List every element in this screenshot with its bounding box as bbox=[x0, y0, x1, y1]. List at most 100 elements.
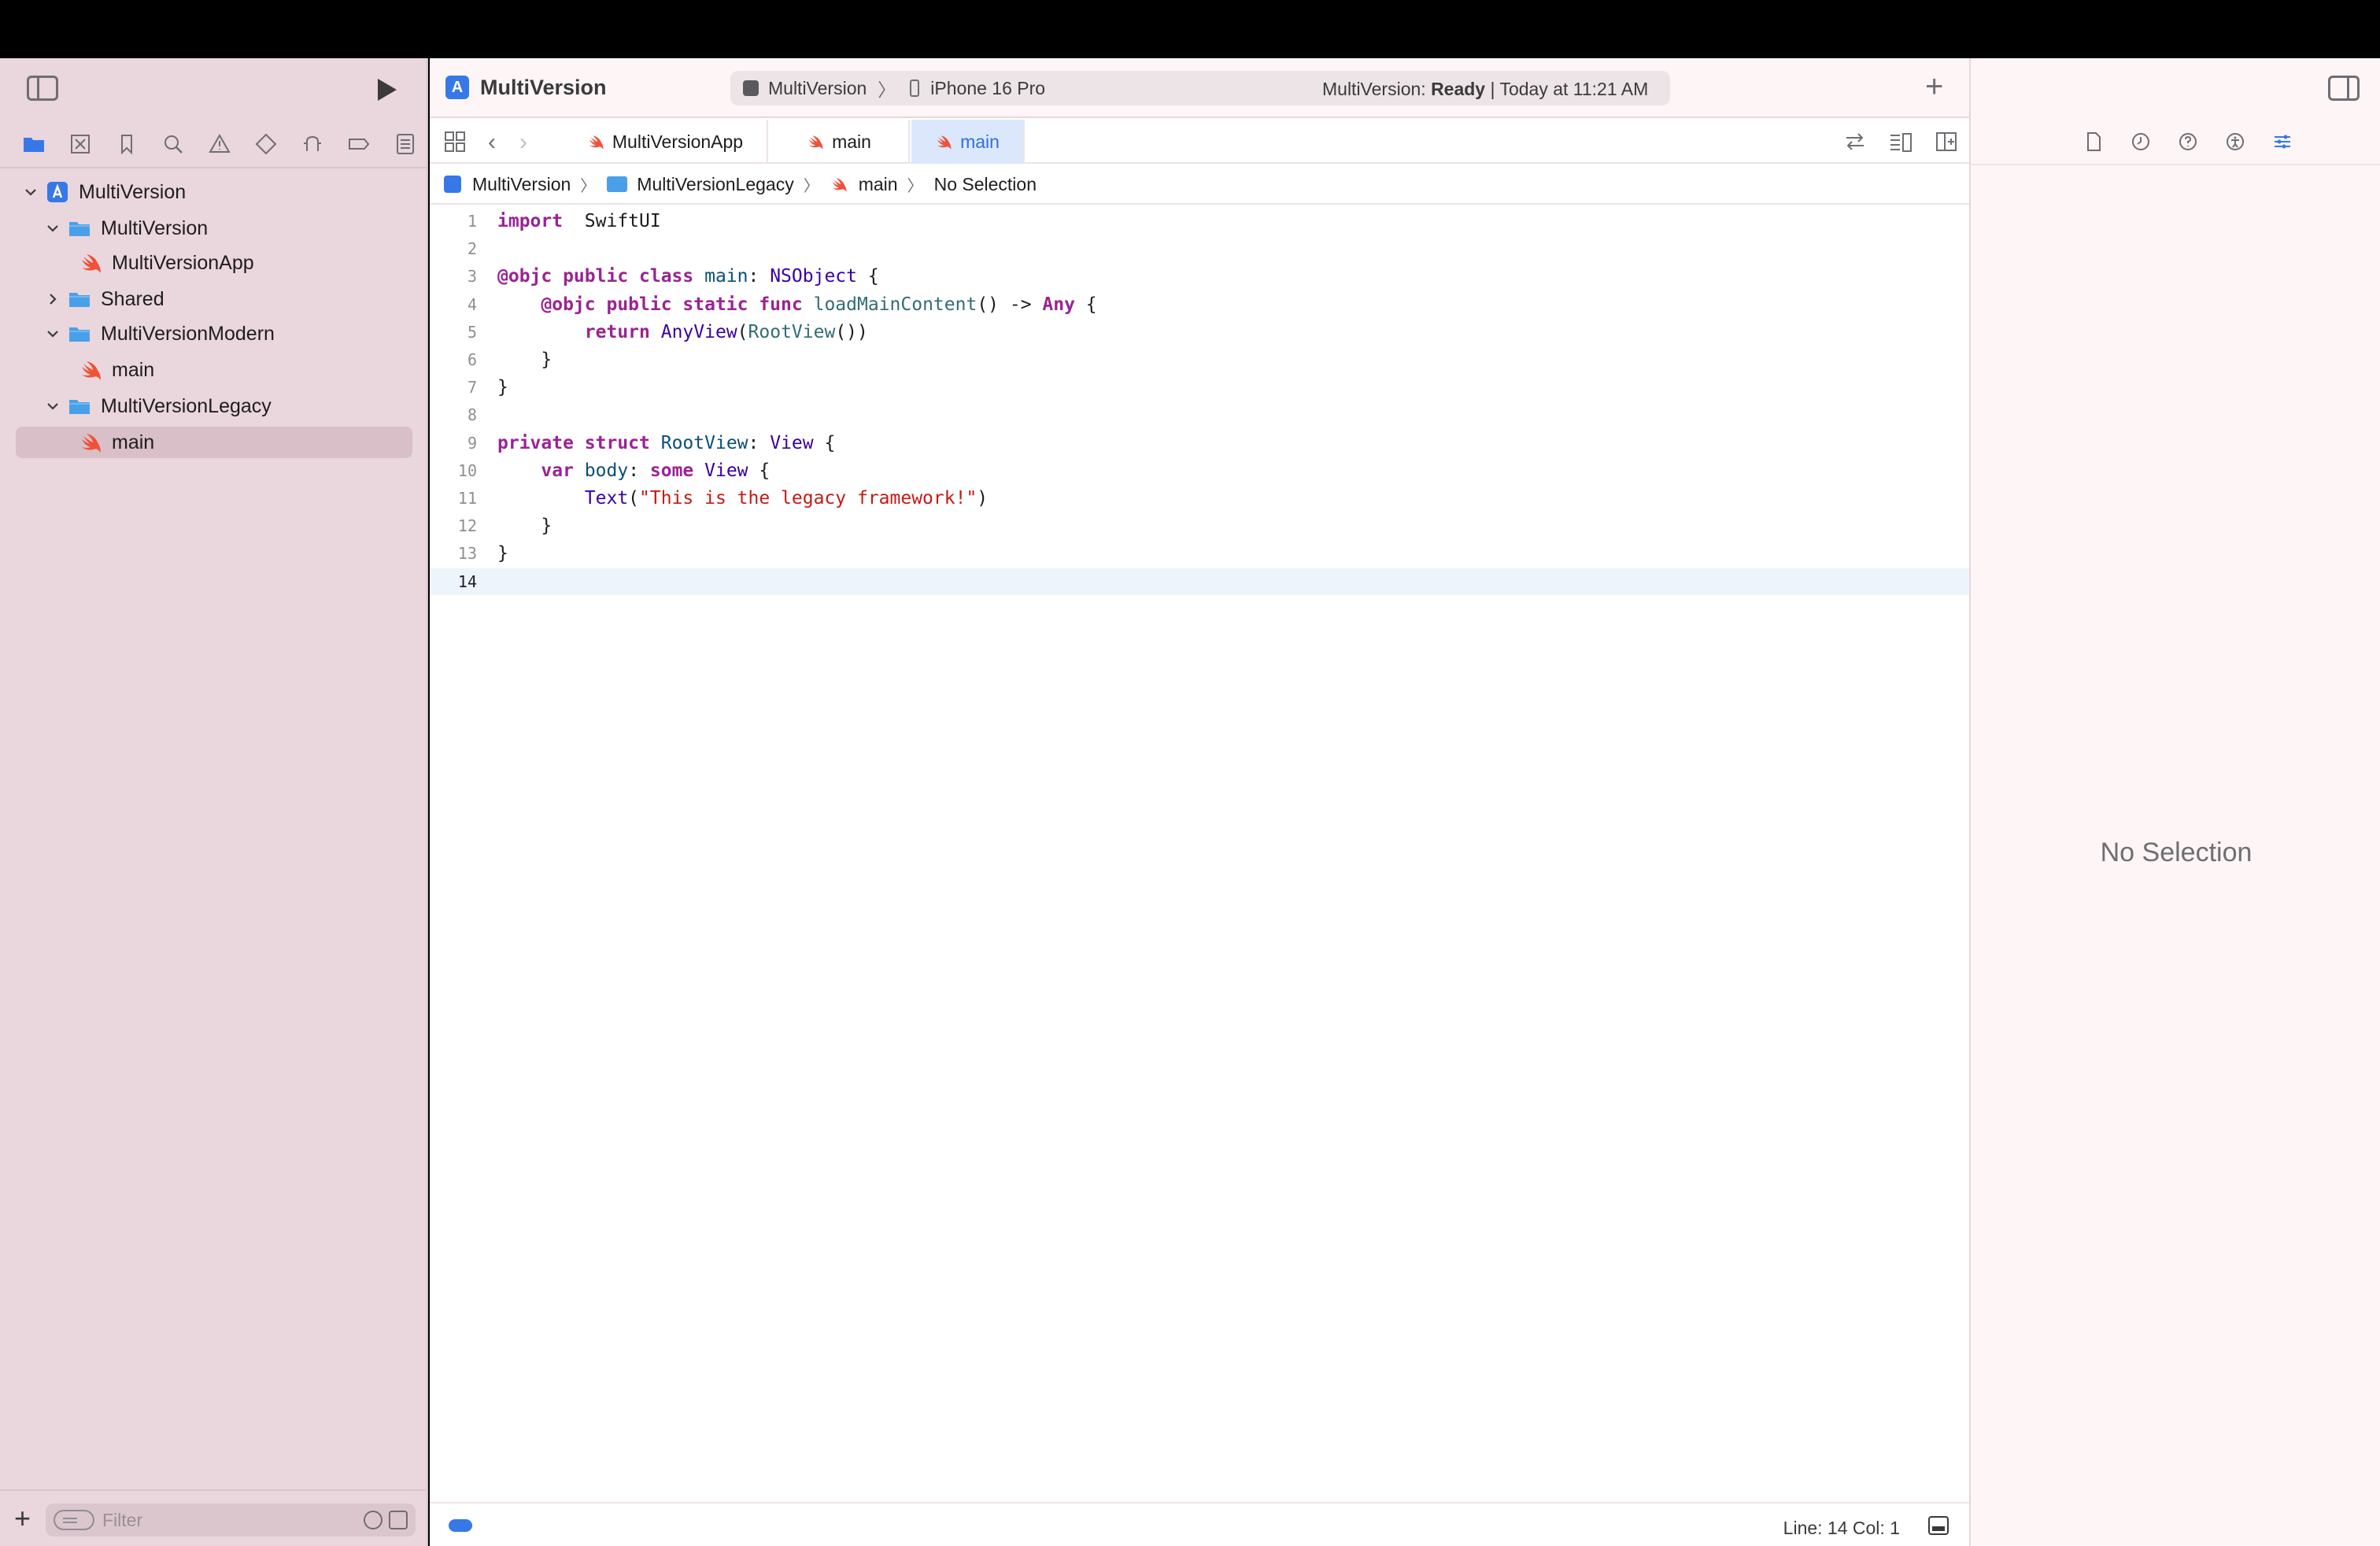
split-editor-icon[interactable] bbox=[1935, 131, 1958, 153]
code-line[interactable]: 14 bbox=[430, 568, 1969, 595]
tree-item-label: MultiVersionApp bbox=[112, 251, 254, 274]
editor-tab[interactable]: MultiVersionApp bbox=[564, 120, 768, 164]
editor-tab[interactable]: main bbox=[911, 120, 1025, 164]
code-line[interactable]: 7} bbox=[430, 374, 1969, 401]
code-text: return AnyView(RootView()) bbox=[490, 322, 868, 342]
project-icon bbox=[444, 176, 461, 193]
jump-bar-chevron-icon: 〉 bbox=[907, 177, 923, 195]
project-title: MultiVersion bbox=[480, 76, 607, 99]
chevron-down-icon[interactable] bbox=[44, 220, 61, 237]
document-icon bbox=[2087, 132, 2101, 151]
add-file-button[interactable]: + bbox=[14, 1504, 31, 1533]
jump-bar-item[interactable]: MultiVersion bbox=[444, 174, 571, 195]
navigator-filter[interactable] bbox=[46, 1503, 416, 1537]
library-add-button[interactable]: + bbox=[1925, 69, 1943, 105]
code-line[interactable]: 11 Text("This is the legacy framework!") bbox=[430, 485, 1969, 512]
navigator-tab-test[interactable] bbox=[242, 127, 289, 161]
code-token: @objc public static func bbox=[541, 294, 803, 315]
folder-item[interactable]: MultiVersionModern bbox=[44, 318, 275, 350]
code-line[interactable]: 2 bbox=[430, 235, 1969, 262]
debug-area-toggle-icon[interactable] bbox=[1928, 1516, 1949, 1535]
code-token: @objc public class bbox=[497, 266, 694, 287]
code-token: var bbox=[541, 460, 574, 481]
code-token: : bbox=[748, 266, 771, 287]
project-icon: A bbox=[445, 76, 469, 99]
code-token: import bbox=[497, 211, 564, 231]
back-arrow-icon[interactable]: ‹ bbox=[488, 129, 496, 156]
tree-item-label: main bbox=[112, 358, 155, 381]
play-icon bbox=[378, 79, 397, 101]
swift-file-icon bbox=[79, 252, 102, 274]
code-token: { bbox=[1074, 294, 1097, 315]
line-number: 6 bbox=[467, 350, 477, 369]
line-number: 7 bbox=[467, 378, 477, 398]
navigator-tab-bookmark[interactable] bbox=[104, 127, 150, 161]
code-token: ()) bbox=[835, 321, 868, 342]
code-line[interactable]: 4 @objc public static func loadMainConte… bbox=[430, 291, 1969, 318]
forward-arrow-icon[interactable]: › bbox=[519, 129, 527, 156]
filter-input[interactable] bbox=[102, 1509, 331, 1531]
code-line[interactable]: 12 } bbox=[430, 512, 1969, 539]
run-button[interactable] bbox=[371, 76, 400, 104]
history-inspector-tab[interactable] bbox=[2117, 126, 2164, 157]
inspector-toggle-icon[interactable] bbox=[2328, 76, 2360, 101]
related-items-icon[interactable] bbox=[444, 131, 466, 153]
line-number: 2 bbox=[467, 239, 477, 259]
code-line[interactable]: 8 bbox=[430, 401, 1969, 428]
swap-icon[interactable] bbox=[1843, 131, 1867, 153]
file-item[interactable]: MultiVersionApp bbox=[79, 247, 254, 279]
jump-bar-label: No Selection bbox=[933, 173, 1037, 194]
code-token: } bbox=[497, 350, 552, 370]
code-line[interactable]: 3 @objc public class main: NSObject { bbox=[430, 263, 1969, 290]
project-item[interactable]: MultiVersion bbox=[22, 176, 186, 208]
code-token: { bbox=[813, 432, 836, 453]
navigator-tab-breakpoint[interactable] bbox=[335, 127, 382, 161]
navigator-tab-issue[interactable] bbox=[197, 127, 243, 161]
jump-bar-item[interactable]: MultiVersionLegacy bbox=[607, 174, 794, 195]
editor-options-icon[interactable] bbox=[1889, 131, 1913, 153]
tree-item-label: MultiVersion bbox=[79, 180, 187, 203]
code-line[interactable]: 13} bbox=[430, 540, 1969, 567]
navigator-tab-debug[interactable] bbox=[289, 127, 335, 161]
source-control-filter-icon[interactable] bbox=[389, 1511, 408, 1529]
jump-bar-item[interactable]: No Selection bbox=[934, 174, 1037, 195]
folder-item[interactable]: MultiVersionLegacy bbox=[44, 390, 272, 422]
chevron-down-icon[interactable] bbox=[44, 325, 61, 342]
code-line[interactable]: 9 private struct RootView: View { bbox=[430, 430, 1969, 457]
jump-bar-item[interactable]: main bbox=[830, 174, 898, 195]
filter-options-icon[interactable] bbox=[54, 1510, 94, 1530]
code-line[interactable]: 6 } bbox=[430, 346, 1969, 373]
editor-tab[interactable]: main bbox=[770, 120, 910, 164]
attributes-inspector-tab[interactable] bbox=[2259, 126, 2306, 157]
code-text: Text("This is the legacy framework!") bbox=[490, 488, 988, 509]
chevron-right-icon[interactable] bbox=[44, 290, 61, 308]
folder-item[interactable]: MultiVersion bbox=[44, 213, 208, 244]
navigator-tab-report[interactable] bbox=[382, 127, 428, 161]
scheme-selector[interactable]: MultiVersion 〉 bbox=[730, 75, 910, 102]
accessibility-inspector-tab[interactable] bbox=[2212, 126, 2259, 157]
scheme-name: MultiVersion bbox=[768, 77, 867, 98]
code-text: } bbox=[490, 377, 508, 398]
chevron-down-icon[interactable] bbox=[22, 183, 39, 201]
file-item[interactable]: main bbox=[16, 427, 412, 458]
swift-file-icon bbox=[830, 176, 848, 193]
navigator-tab-folder[interactable] bbox=[11, 127, 57, 161]
run-destination-selector[interactable]: iPhone 16 Pro bbox=[910, 78, 1045, 99]
navigator-toggle-icon[interactable] bbox=[27, 76, 58, 101]
file-inspector-tab[interactable] bbox=[2070, 126, 2117, 157]
folder-item[interactable]: Shared bbox=[44, 283, 164, 315]
swift-file-icon bbox=[807, 134, 824, 150]
navigator-tab-source-control[interactable] bbox=[57, 127, 104, 161]
report-icon bbox=[396, 134, 414, 154]
recent-files-icon[interactable] bbox=[364, 1511, 382, 1529]
file-item[interactable]: main bbox=[79, 354, 154, 386]
navigator-tab-find[interactable] bbox=[150, 127, 197, 161]
quick-help-tab[interactable] bbox=[2164, 126, 2212, 157]
code-line[interactable]: 1 import SwiftUI bbox=[430, 208, 1969, 235]
chevron-down-icon[interactable] bbox=[44, 398, 61, 415]
code-token: ( bbox=[737, 321, 748, 342]
breakpoint-icon bbox=[348, 139, 369, 150]
code-line[interactable]: 10 var body: some View { bbox=[430, 457, 1969, 484]
code-line[interactable]: 5 return AnyView(RootView()) bbox=[430, 319, 1969, 346]
